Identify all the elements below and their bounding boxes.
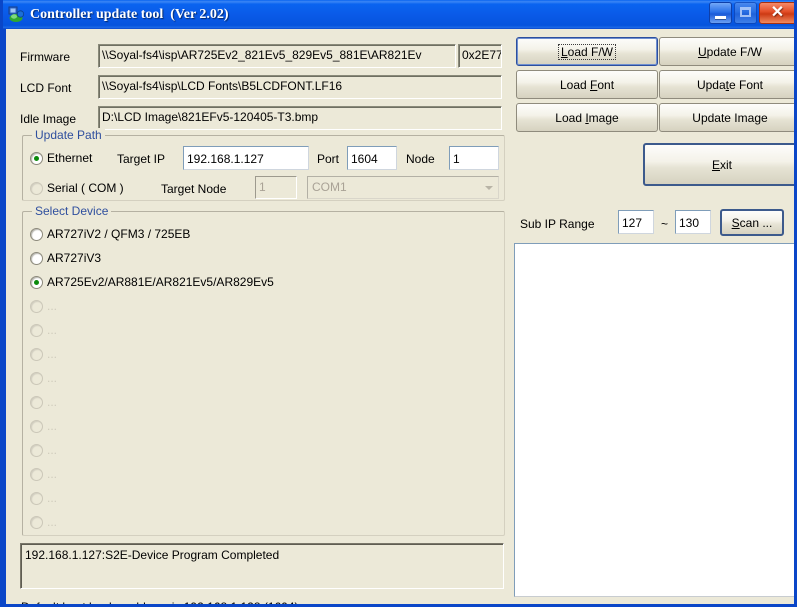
radio-serial-mark: [30, 181, 43, 195]
idle-image-label: Idle Image: [20, 112, 77, 126]
com-port-select: COM1: [307, 176, 499, 199]
device-radio-mark-10: [30, 467, 43, 481]
status-message-box: 192.168.1.127:S2E-Device Program Complet…: [20, 543, 504, 589]
close-icon: ✕: [770, 4, 785, 21]
device-radio-label-10: ...: [47, 467, 58, 481]
device-radio-label-12: ...: [47, 515, 58, 529]
device-radio-label-8: ...: [47, 419, 58, 433]
update-path-group-title: Update Path: [32, 128, 105, 142]
application-window: Controller update tool (Ver 2.02) ✕ Firm…: [0, 0, 797, 607]
device-radio-mark-12: [30, 515, 43, 529]
update-font-button[interactable]: Update Font: [659, 70, 794, 99]
minimize-icon: [715, 16, 726, 19]
device-radio-12: ...: [30, 514, 57, 530]
firmware-checksum-field: 0x2E77: [458, 44, 502, 68]
radio-serial-label: Serial ( COM ): [47, 181, 124, 195]
load-fw-button[interactable]: Load F/W: [516, 37, 658, 66]
device-radio-label-2: AR725Ev2/AR881E/AR821Ev5/AR829Ev5: [47, 275, 274, 289]
device-radio-mark-11: [30, 491, 43, 505]
range-separator: ~: [661, 217, 669, 231]
device-radio-5: ...: [30, 346, 57, 362]
lcd-font-path-field[interactable]: \\Soyal-fs4\isp\LCD Fonts\B5LCDFONT.LF16: [98, 75, 502, 99]
device-radio-label-6: ...: [47, 371, 58, 385]
load-font-button[interactable]: Load Font: [516, 70, 658, 99]
device-radio-6: ...: [30, 370, 57, 386]
target-ip-label: Target IP: [117, 152, 166, 166]
device-radio-label-4: ...: [47, 323, 58, 337]
device-radio-label-1: AR727iV3: [47, 251, 102, 265]
device-radio-mark-1: [30, 251, 43, 265]
footer-text: Default boot loader address is 192.168.1…: [21, 600, 299, 604]
close-button[interactable]: ✕: [759, 2, 794, 24]
device-radio-mark-5: [30, 347, 43, 361]
device-radio-mark-9: [30, 443, 43, 457]
device-radio-mark-8: [30, 419, 43, 433]
device-radio-9: ...: [30, 442, 57, 458]
client-area: Firmware \\Soyal-fs4\isp\AR725Ev2_821Ev5…: [6, 29, 794, 604]
app-icon: [8, 6, 25, 23]
update-fw-button[interactable]: Update F/W: [659, 37, 794, 66]
device-radio-mark-3: [30, 299, 43, 313]
title-bar[interactable]: Controller update tool (Ver 2.02) ✕: [3, 0, 794, 29]
device-radio-mark-6: [30, 371, 43, 385]
maximize-button[interactable]: [734, 2, 757, 24]
node-input[interactable]: [449, 146, 499, 170]
select-device-group-title: Select Device: [32, 204, 112, 218]
device-radio-0[interactable]: AR727iV2 / QFM3 / 725EB: [30, 226, 190, 242]
radio-ethernet[interactable]: Ethernet: [30, 150, 92, 166]
firmware-path-field[interactable]: \\Soyal-fs4\isp\AR725Ev2_821Ev5_829Ev5_8…: [98, 44, 456, 68]
target-node-input: 1: [255, 176, 297, 199]
device-radio-7: ...: [30, 394, 57, 410]
radio-ethernet-mark: [30, 151, 43, 165]
sub-ip-range-label: Sub IP Range: [520, 217, 595, 231]
update-image-button[interactable]: Update Image: [659, 103, 794, 132]
load-image-button[interactable]: Load Image: [516, 103, 658, 132]
com-port-value: COM1: [312, 180, 347, 194]
scan-results-listbox[interactable]: [514, 243, 794, 597]
device-radio-1[interactable]: AR727iV3: [30, 250, 101, 266]
device-radio-label-9: ...: [47, 443, 58, 457]
device-radio-10: ...: [30, 466, 57, 482]
device-radio-label-11: ...: [47, 491, 58, 505]
device-radio-8: ...: [30, 418, 57, 434]
device-radio-mark-0: [30, 227, 43, 241]
sub-ip-from-input[interactable]: [618, 210, 654, 234]
radio-ethernet-label: Ethernet: [47, 151, 93, 165]
scan-button[interactable]: Scan ...: [720, 209, 784, 236]
lcd-font-label: LCD Font: [20, 81, 72, 95]
target-node-label: Target Node: [161, 182, 227, 196]
chevron-down-icon: [480, 178, 497, 197]
port-input[interactable]: [347, 146, 397, 170]
maximize-icon: [740, 7, 751, 17]
idle-image-path-field[interactable]: D:\LCD Image\821EFv5-120405-T3.bmp: [98, 106, 502, 130]
window-controls: ✕: [709, 2, 794, 24]
node-label: Node: [406, 152, 435, 166]
window-title: Controller update tool (Ver 2.02): [30, 6, 229, 22]
device-radio-label-0: AR727iV2 / QFM3 / 725EB: [47, 227, 191, 241]
device-radio-4: ...: [30, 322, 57, 338]
sub-ip-to-input[interactable]: [675, 210, 711, 234]
device-radio-label-5: ...: [47, 347, 58, 361]
device-radio-label-3: ...: [47, 299, 58, 313]
device-radio-2[interactable]: AR725Ev2/AR881E/AR821Ev5/AR829Ev5: [30, 274, 274, 290]
target-ip-input[interactable]: [183, 146, 309, 170]
device-radio-3: ...: [30, 298, 57, 314]
firmware-label: Firmware: [20, 50, 70, 64]
device-radio-11: ...: [30, 490, 57, 506]
device-radio-label-7: ...: [47, 395, 58, 409]
device-radio-mark-2: [30, 275, 43, 289]
minimize-button[interactable]: [709, 2, 732, 24]
exit-button[interactable]: Exit: [643, 143, 794, 186]
device-radio-mark-7: [30, 395, 43, 409]
device-radio-mark-4: [30, 323, 43, 337]
load-fw-label: oad F/W: [567, 44, 614, 59]
radio-serial[interactable]: Serial ( COM ): [30, 180, 124, 196]
port-label: Port: [317, 152, 340, 166]
